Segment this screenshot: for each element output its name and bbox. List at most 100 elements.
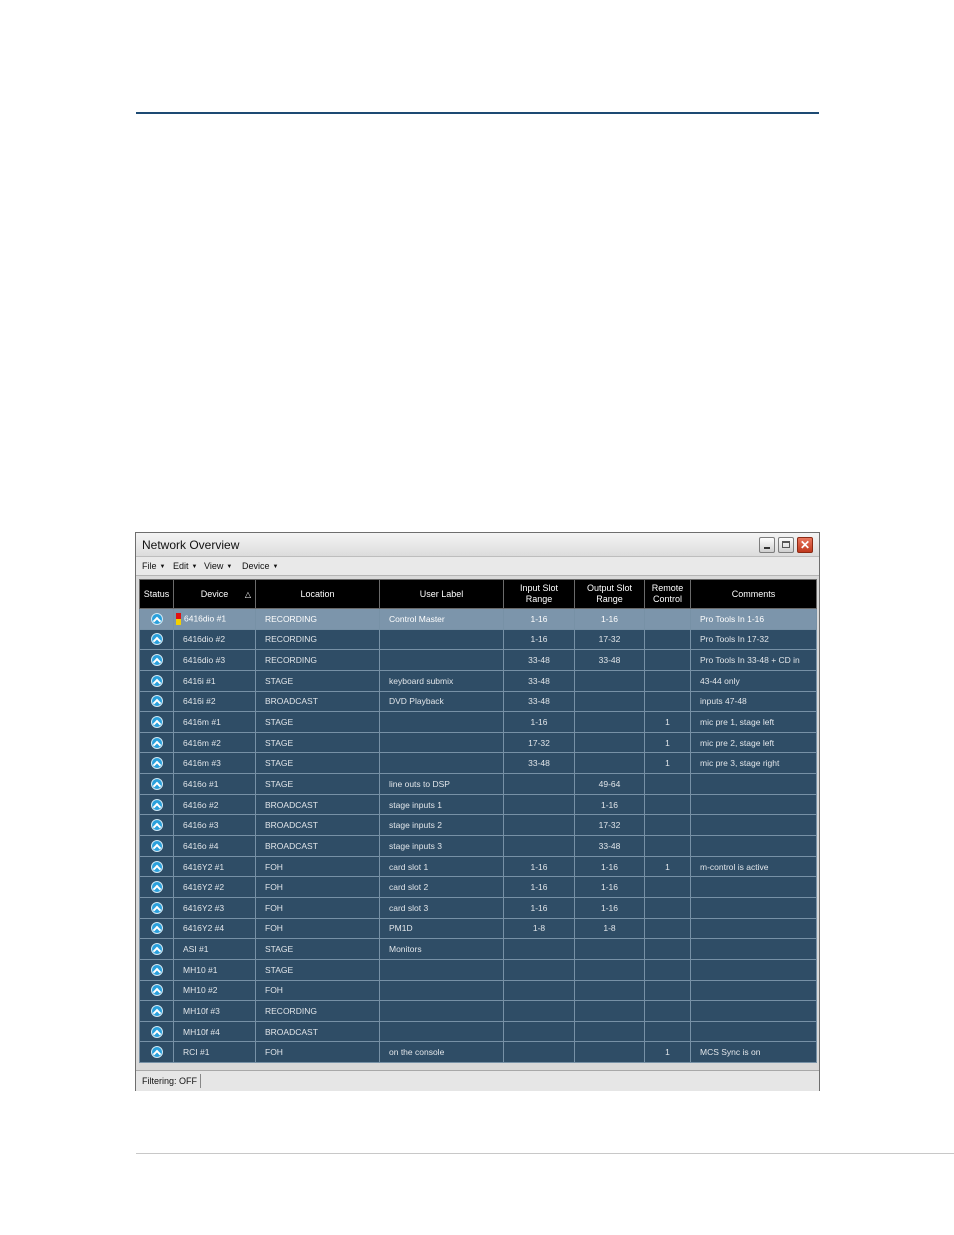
- comments-cell[interactable]: [690, 835, 817, 857]
- input-slot-cell[interactable]: 1-8: [503, 917, 575, 940]
- device-cell[interactable]: 6416Y2 #4: [173, 917, 256, 940]
- status-cell[interactable]: [139, 896, 174, 919]
- column-header-input-slot-range[interactable]: Input Slot Range: [503, 579, 575, 609]
- table-row[interactable]: 6416o #1 STAGE line outs to DSP 49-64: [139, 773, 817, 795]
- remote-control-cell[interactable]: 1: [644, 731, 691, 754]
- user-label-cell[interactable]: [379, 649, 504, 671]
- maximize-button[interactable]: [778, 537, 794, 553]
- comments-cell[interactable]: [690, 958, 817, 981]
- table-row[interactable]: MH10f #4 BROADCAST: [139, 1020, 817, 1043]
- device-cell[interactable]: 6416o #1: [173, 773, 256, 795]
- table-row[interactable]: 6416o #2 BROADCAST stage inputs 1 1-16: [139, 793, 817, 816]
- input-slot-cell[interactable]: [503, 938, 575, 960]
- status-cell[interactable]: [139, 731, 174, 754]
- remote-control-cell[interactable]: [644, 917, 691, 940]
- location-cell[interactable]: BROADCAST: [255, 690, 380, 713]
- comments-cell[interactable]: Pro Tools In 33-48 + CD in: [690, 649, 817, 671]
- user-label-cell[interactable]: stage inputs 3: [379, 835, 504, 857]
- output-slot-cell[interactable]: 1-16: [574, 855, 645, 878]
- user-label-cell[interactable]: [379, 752, 504, 775]
- output-slot-cell[interactable]: 1-16: [574, 896, 645, 919]
- location-cell[interactable]: BROADCAST: [255, 814, 380, 837]
- location-cell[interactable]: RECORDING: [255, 649, 380, 671]
- user-label-cell[interactable]: [379, 1020, 504, 1043]
- column-header-user-label[interactable]: User Label: [379, 579, 504, 609]
- comments-cell[interactable]: 43-44 only: [690, 669, 817, 692]
- comments-cell[interactable]: MCS Sync is on: [690, 1041, 817, 1064]
- user-label-cell[interactable]: [379, 731, 504, 754]
- status-cell[interactable]: [139, 752, 174, 775]
- status-cell[interactable]: [139, 649, 174, 671]
- comments-cell[interactable]: [690, 917, 817, 940]
- device-cell[interactable]: 6416dio #1: [173, 608, 256, 630]
- table-row[interactable]: 6416dio #2 RECORDING 1-16 17-32 Pro Tools In…: [139, 628, 817, 651]
- location-cell[interactable]: FOH: [255, 855, 380, 878]
- table-row[interactable]: 6416i #2 BROADCAST DVD Playback 33-48 inputs…: [139, 690, 817, 713]
- input-slot-cell[interactable]: [503, 773, 575, 795]
- user-label-cell[interactable]: line outs to DSP: [379, 773, 504, 795]
- output-slot-cell[interactable]: [574, 711, 645, 733]
- input-slot-cell[interactable]: [503, 958, 575, 981]
- remote-control-cell[interactable]: [644, 896, 691, 919]
- location-cell[interactable]: FOH: [255, 896, 380, 919]
- status-cell[interactable]: [139, 608, 174, 630]
- status-cell[interactable]: [139, 814, 174, 837]
- remote-control-cell[interactable]: [644, 876, 691, 898]
- comments-cell[interactable]: [690, 814, 817, 837]
- input-slot-cell[interactable]: [503, 1020, 575, 1043]
- comments-cell[interactable]: [690, 1000, 817, 1022]
- minimize-button[interactable]: [759, 537, 775, 553]
- output-slot-cell[interactable]: [574, 1041, 645, 1064]
- output-slot-cell[interactable]: 1-8: [574, 917, 645, 940]
- comments-cell[interactable]: Pro Tools In 17-32: [690, 628, 817, 651]
- output-slot-cell[interactable]: 49-64: [574, 773, 645, 795]
- table-row[interactable]: MH10 #2 FOH: [139, 979, 817, 1002]
- status-cell[interactable]: [139, 628, 174, 651]
- input-slot-cell[interactable]: [503, 793, 575, 816]
- remote-control-cell[interactable]: 1: [644, 1041, 691, 1064]
- user-label-cell[interactable]: keyboard submix: [379, 669, 504, 692]
- user-label-cell[interactable]: DVD Playback: [379, 690, 504, 713]
- table-row[interactable]: 6416Y2 #2 FOH card slot 2 1-16 1-16: [139, 876, 817, 898]
- device-cell[interactable]: 6416dio #2: [173, 628, 256, 651]
- remote-control-cell[interactable]: [644, 835, 691, 857]
- user-label-cell[interactable]: card slot 3: [379, 896, 504, 919]
- output-slot-cell[interactable]: [574, 731, 645, 754]
- location-cell[interactable]: BROADCAST: [255, 793, 380, 816]
- input-slot-cell[interactable]: 1-16: [503, 608, 575, 630]
- location-cell[interactable]: FOH: [255, 876, 380, 898]
- device-cell[interactable]: MH10f #4: [173, 1020, 256, 1043]
- table-row[interactable]: ASI #1 STAGE Monitors: [139, 938, 817, 960]
- table-row[interactable]: 6416i #1 STAGE keyboard submix 33-48 43-44 o…: [139, 669, 817, 692]
- input-slot-cell[interactable]: [503, 979, 575, 1002]
- device-cell[interactable]: 6416o #4: [173, 835, 256, 857]
- comments-cell[interactable]: [690, 793, 817, 816]
- table-row[interactable]: 6416Y2 #3 FOH card slot 3 1-16 1-16: [139, 896, 817, 919]
- remote-control-cell[interactable]: [644, 938, 691, 960]
- column-header-output-slot-range[interactable]: Output Slot Range: [574, 579, 645, 609]
- output-slot-cell[interactable]: 33-48: [574, 649, 645, 671]
- status-cell[interactable]: [139, 958, 174, 981]
- status-cell[interactable]: [139, 1020, 174, 1043]
- status-cell[interactable]: [139, 1000, 174, 1022]
- input-slot-cell[interactable]: 1-16: [503, 876, 575, 898]
- table-row[interactable]: 6416dio #3 RECORDING 33-48 33-48 Pro Tools I…: [139, 649, 817, 671]
- input-slot-cell[interactable]: 33-48: [503, 690, 575, 713]
- output-slot-cell[interactable]: [574, 1020, 645, 1043]
- status-cell[interactable]: [139, 711, 174, 733]
- device-cell[interactable]: MH10f #3: [173, 1000, 256, 1022]
- comments-cell[interactable]: [690, 876, 817, 898]
- table-row[interactable]: 6416dio #1 RECORDING Control Master 1-16 1-1…: [139, 608, 817, 630]
- device-cell[interactable]: 6416Y2 #2: [173, 876, 256, 898]
- remote-control-cell[interactable]: 1: [644, 711, 691, 733]
- column-header-remote-control[interactable]: Remote Control: [644, 579, 691, 609]
- input-slot-cell[interactable]: [503, 1000, 575, 1022]
- menu-file[interactable]: File ▼: [142, 561, 165, 571]
- status-cell[interactable]: [139, 773, 174, 795]
- remote-control-cell[interactable]: [644, 1020, 691, 1043]
- table-row[interactable]: 6416o #4 BROADCAST stage inputs 3 33-48: [139, 835, 817, 857]
- column-header-device[interactable]: Device △: [173, 579, 256, 609]
- location-cell[interactable]: BROADCAST: [255, 1020, 380, 1043]
- input-slot-cell[interactable]: 17-32: [503, 731, 575, 754]
- remote-control-cell[interactable]: [644, 773, 691, 795]
